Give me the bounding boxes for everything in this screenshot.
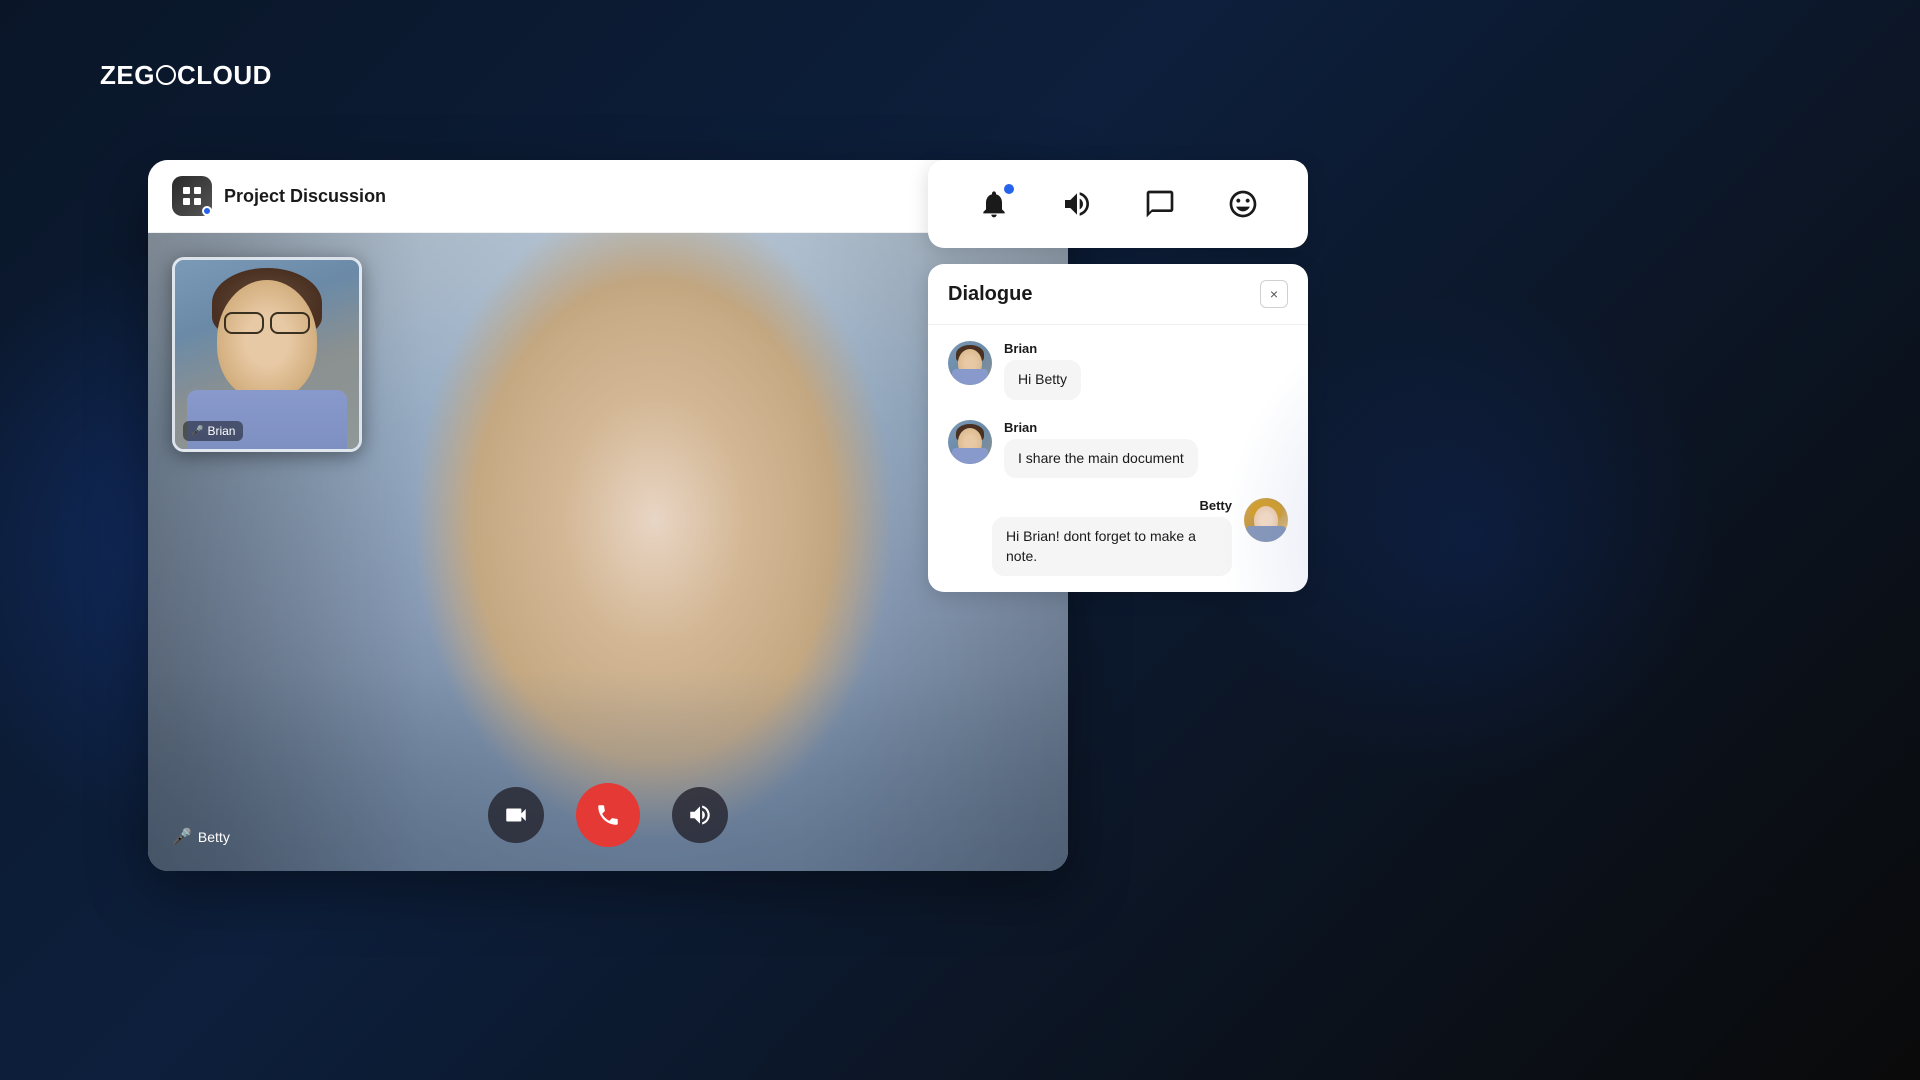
sound-button[interactable] <box>1049 176 1105 232</box>
camera-button[interactable] <box>488 787 544 843</box>
chat-icon <box>1144 188 1176 220</box>
close-icon: × <box>1270 286 1278 302</box>
notification-button[interactable] <box>966 176 1022 232</box>
phone-end-icon <box>595 802 621 828</box>
avatar-betty <box>1244 498 1288 542</box>
grid-icon <box>180 184 204 208</box>
message-bubble-2: I share the main document <box>1004 439 1198 479</box>
message-content-betty: Betty Hi Brian! dont forget to make a no… <box>992 498 1232 576</box>
app-icon <box>172 176 212 216</box>
brian-glasses <box>222 312 312 332</box>
pip-video-brian[interactable]: 🎤 Brian <box>172 257 362 452</box>
pip-label: 🎤 Brian <box>183 421 243 441</box>
logo: ZEG CLOUD <box>100 60 272 91</box>
dialogue-panel: Dialogue × Brian <box>928 264 1308 592</box>
brian-avatar-shirt-2 <box>952 448 988 464</box>
camera-icon <box>503 802 529 828</box>
messages-list: Brian Hi Betty Brian <box>928 325 1308 592</box>
logo-text-zeg: ZEG <box>100 60 155 91</box>
avatar-brian <box>948 341 992 385</box>
emoji-icon <box>1227 188 1259 220</box>
pip-mic-icon: 🎤 <box>191 426 203 437</box>
controls-bar <box>148 783 1068 847</box>
message-row-betty: Betty Hi Brian! dont forget to make a no… <box>948 498 1288 576</box>
window-title: Project Discussion <box>224 186 386 207</box>
brian-avatar-inner <box>948 341 992 385</box>
icon-bar <box>928 160 1308 248</box>
message-sender-betty: Betty <box>1199 498 1232 513</box>
bell-icon <box>978 188 1010 220</box>
brian-avatar-shirt <box>952 369 988 385</box>
message-content-2: Brian I share the main document <box>1004 420 1198 479</box>
pip-name: Brian <box>207 424 235 438</box>
status-dot <box>202 206 212 216</box>
notification-badge <box>1004 184 1014 194</box>
betty-avatar-shirt <box>1246 526 1286 542</box>
message-content: Brian Hi Betty <box>1004 341 1081 400</box>
dialogue-close-button[interactable]: × <box>1260 280 1288 308</box>
volume-icon <box>687 802 713 828</box>
dialogue-title: Dialogue <box>948 283 1032 306</box>
betty-avatar-inner <box>1244 498 1288 542</box>
sound-icon <box>1061 188 1093 220</box>
logo-text-cloud: CLOUD <box>177 60 272 91</box>
brian-avatar-inner-2 <box>948 420 992 464</box>
main-container: Project Discussion 🎤 Brian <box>148 160 1308 850</box>
emoji-button[interactable] <box>1215 176 1271 232</box>
message-row: Brian Hi Betty <box>948 341 1288 400</box>
volume-button[interactable] <box>672 787 728 843</box>
message-sender: Brian <box>1004 341 1081 356</box>
message-row: Brian I share the main document <box>948 420 1288 479</box>
dialogue-header: Dialogue × <box>928 264 1308 325</box>
message-bubble: Hi Betty <box>1004 360 1081 400</box>
logo-o-icon <box>156 65 176 85</box>
avatar-brian-2 <box>948 420 992 464</box>
brian-face <box>217 280 317 400</box>
message-sender-2: Brian <box>1004 420 1198 435</box>
chat-button[interactable] <box>1132 176 1188 232</box>
end-call-button[interactable] <box>576 783 640 847</box>
right-panel: Dialogue × Brian <box>928 160 1308 592</box>
message-bubble-betty: Hi Brian! dont forget to make a note. <box>992 517 1232 576</box>
